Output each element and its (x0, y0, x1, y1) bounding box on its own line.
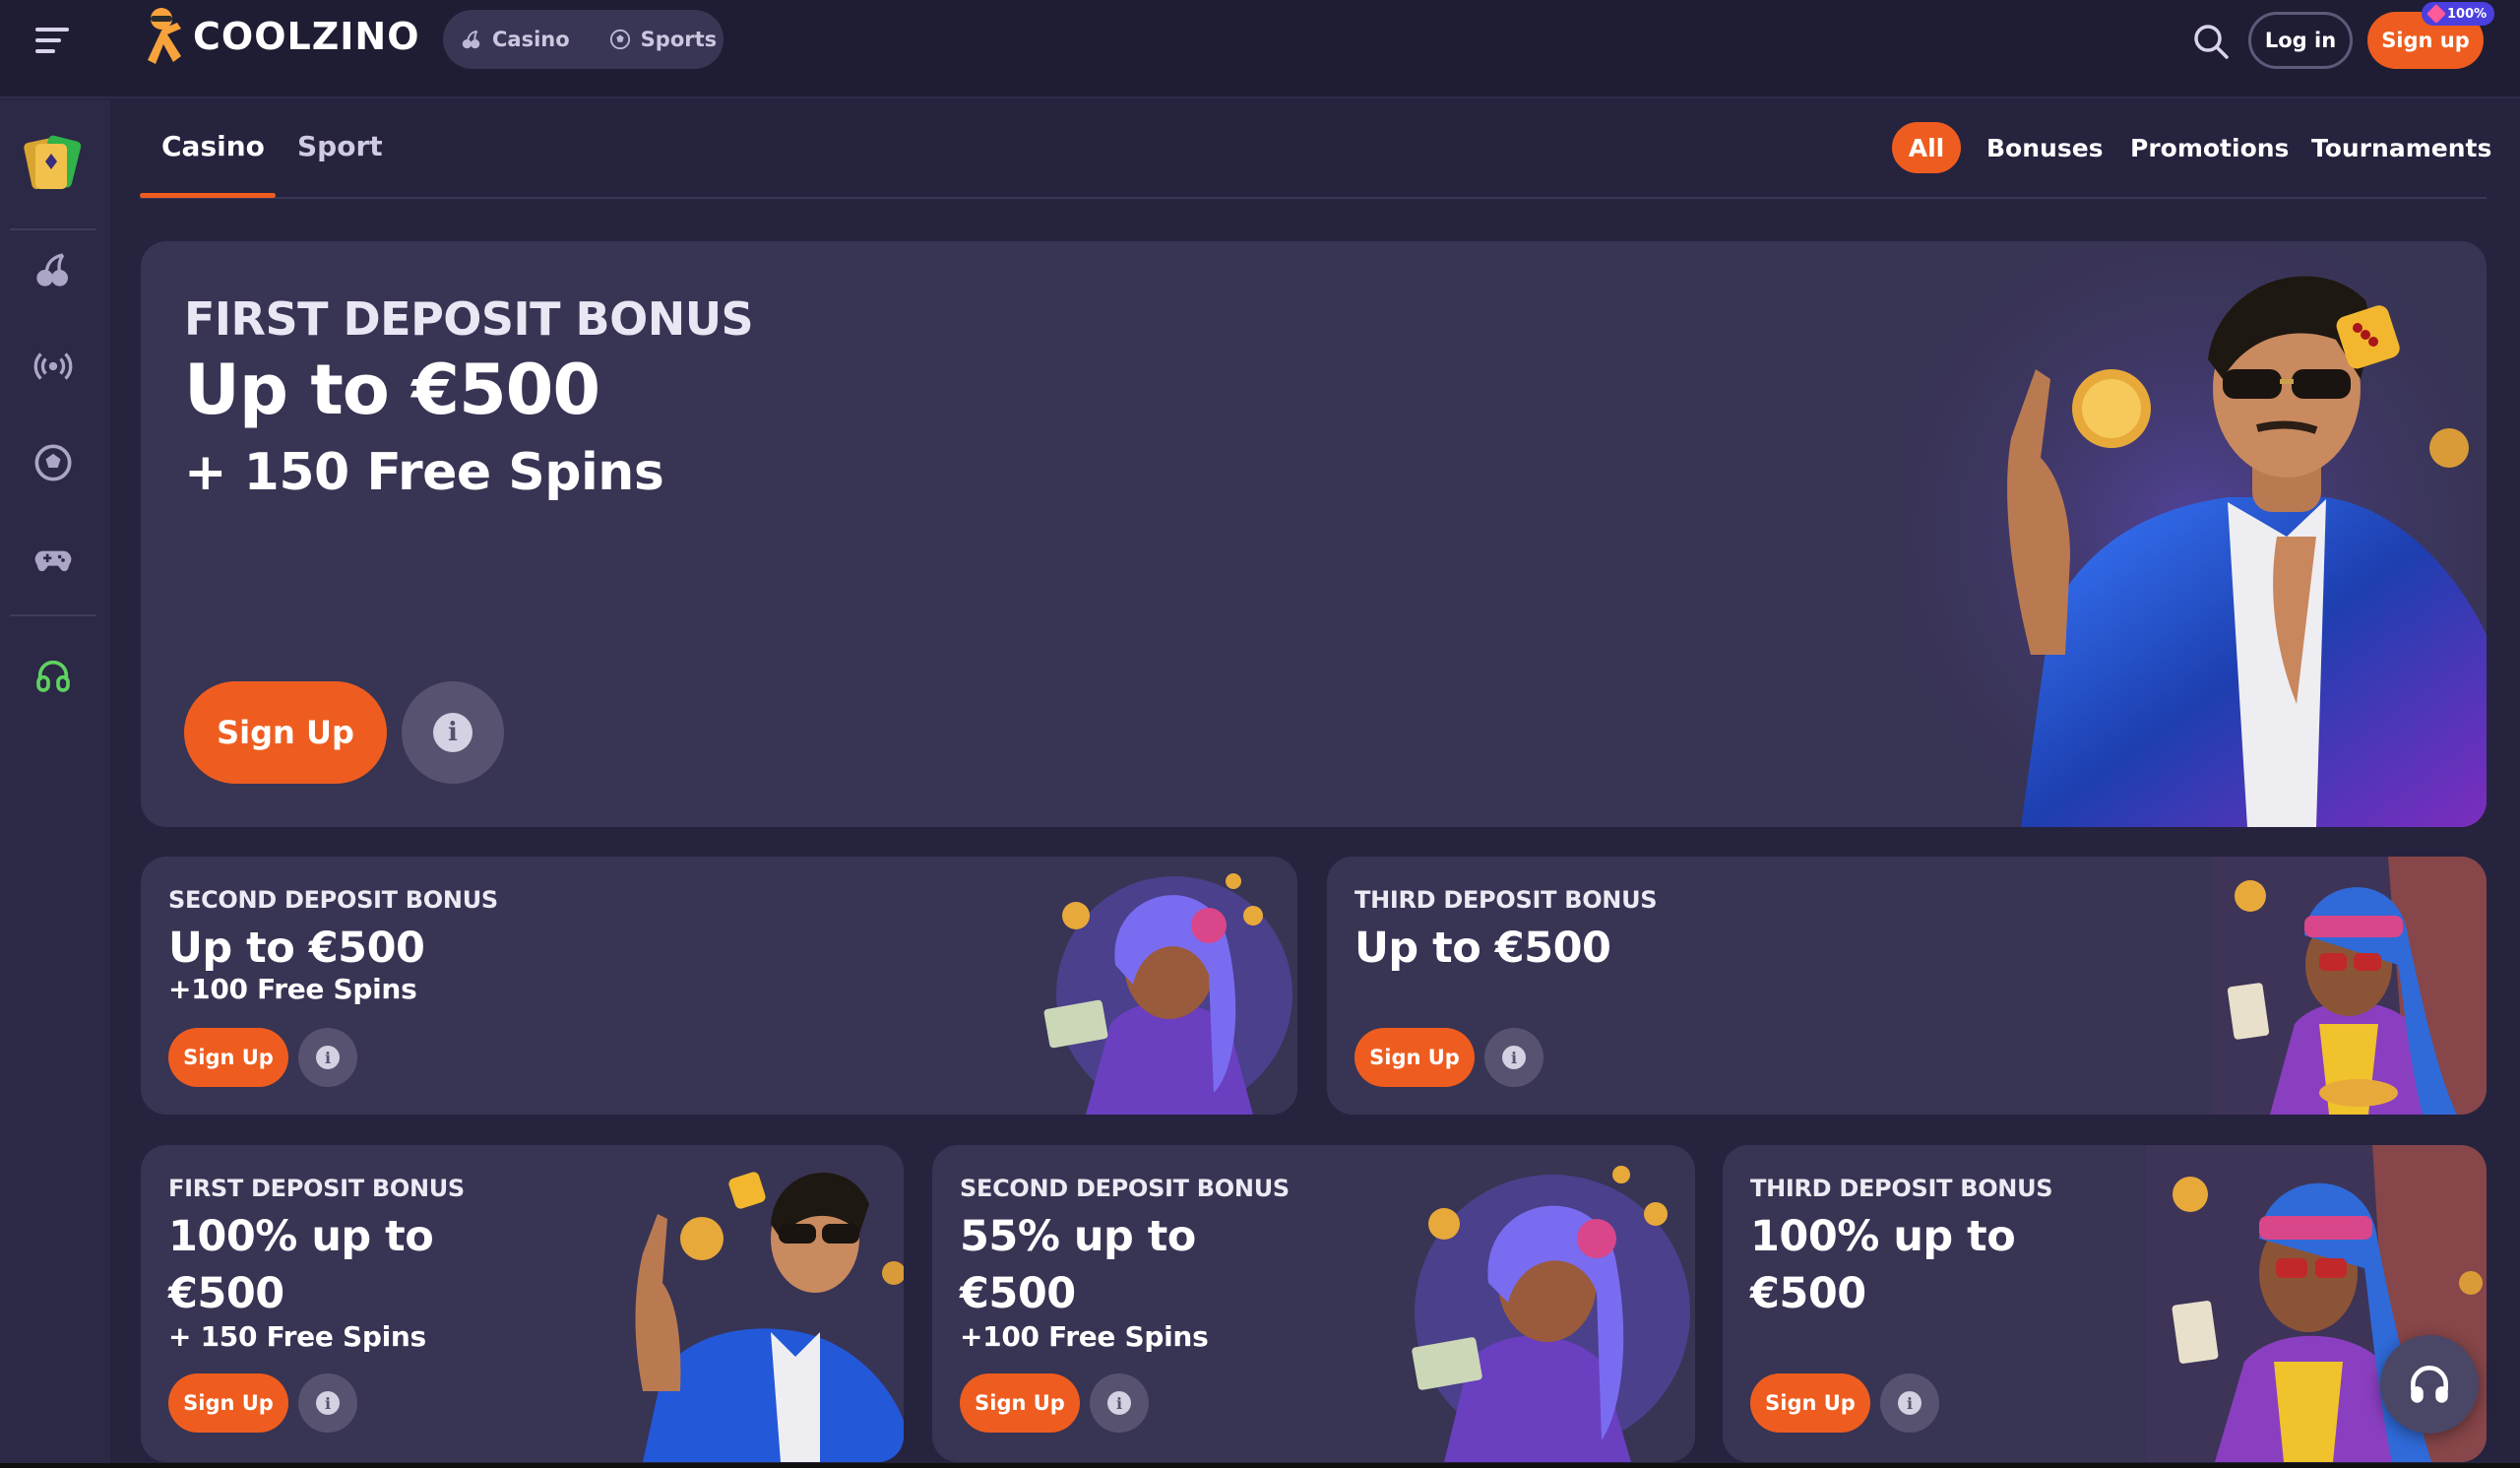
bonus-card-kicker: SECOND DEPOSIT BONUS (960, 1175, 1290, 1202)
info-icon: i (316, 1391, 340, 1415)
bonus-card-subtitle: +100 Free Spins (168, 973, 417, 1005)
logo-mascot-icon (148, 8, 181, 64)
bonus-character-illustration (1412, 1166, 1690, 1462)
bonus-card-info-button[interactable]: i (1090, 1373, 1149, 1433)
bonus-card-signup-button[interactable]: Sign Up (960, 1373, 1080, 1433)
gem-icon (2426, 4, 2446, 24)
info-icon: i (1898, 1391, 1922, 1415)
search-icon[interactable] (2191, 22, 2231, 61)
sidebar-divider (10, 614, 96, 616)
bonus-card-subtitle: + 150 Free Spins (168, 1320, 426, 1353)
bonus-card-title-line1: 100% up to (168, 1212, 434, 1261)
bonus-card-title-line2: €500 (1750, 1269, 1866, 1318)
filter-all[interactable]: All (1892, 122, 1961, 173)
bonus-card-kicker: SECOND DEPOSIT BONUS (168, 886, 498, 914)
bonus-card-signup-button[interactable]: Sign Up (168, 1028, 288, 1087)
bonus-card: SECOND DEPOSIT BONUS Up to €500 +100 Fre… (141, 857, 1297, 1115)
bonus-card-title: Up to €500 (168, 924, 425, 973)
mode-sports-label: Sports (640, 28, 718, 51)
bonus-card-subtitle: +100 Free Spins (960, 1320, 1209, 1353)
login-button[interactable]: Log in (2248, 12, 2353, 69)
bonus-character-illustration (635, 1172, 904, 1462)
bonus-card: SECOND DEPOSIT BONUS 55% up to €500 +100 … (932, 1145, 1695, 1462)
info-icon: i (433, 713, 472, 752)
cards-promo-icon[interactable] (18, 128, 91, 201)
hero-subtitle: + 150 Free Spins (184, 443, 664, 502)
bonus-character-illustration (2211, 857, 2487, 1115)
bonus-card-signup-button[interactable]: Sign Up (1750, 1373, 1870, 1433)
bonus-card-signup-button[interactable]: Sign Up (168, 1373, 288, 1433)
bonus-card-kicker: THIRD DEPOSIT BONUS (1750, 1175, 2053, 1202)
mode-sports[interactable]: Sports (609, 28, 717, 51)
sidebar-item-casino[interactable] (33, 250, 73, 289)
hero-bonus-card: FIRST DEPOSIT BONUS Up to €500 + 150 Fre… (141, 241, 2487, 827)
bonus-card-title-line1: 100% up to (1750, 1212, 2016, 1261)
headset-icon (2411, 1366, 2448, 1403)
logo[interactable]: COOLZINO (138, 4, 420, 69)
bonus-card-kicker: THIRD DEPOSIT BONUS (1354, 886, 1658, 914)
sidebar (0, 100, 110, 1468)
category-tabs: Casino Sport All Bonuses Promotions Tour… (140, 100, 2491, 199)
bonus-card-info-button[interactable]: i (298, 1373, 357, 1433)
mode-switcher: Casino Sports (443, 10, 724, 69)
bonus-card-title: 100% up to €500 (1750, 1208, 2016, 1322)
sidebar-item-sports-football-icon[interactable] (33, 443, 73, 482)
cherries-icon (462, 30, 480, 49)
bonus-card-info-button[interactable]: i (1484, 1028, 1544, 1087)
bonus-card-signup-button[interactable]: Sign Up (1354, 1028, 1475, 1087)
info-icon: i (1107, 1391, 1131, 1415)
hero-kicker: FIRST DEPOSIT BONUS (184, 292, 754, 346)
active-tab-indicator (140, 193, 276, 198)
hero-title: Up to €500 (184, 350, 600, 430)
signup-bonus-badge-text: 100% (2447, 6, 2488, 22)
info-icon: i (1502, 1046, 1526, 1069)
hero-character-illustration (1903, 241, 2487, 827)
filter-bonuses[interactable]: Bonuses (1986, 122, 2104, 173)
bonus-card: THIRD DEPOSIT BONUS 100% up to €500 Sign … (1723, 1145, 2487, 1462)
sidebar-divider (10, 228, 96, 230)
window-bottom-edge (0, 1463, 2520, 1468)
sidebar-item-live-broadcast-icon[interactable] (33, 347, 73, 386)
tab-casino[interactable]: Casino (161, 130, 265, 162)
bonus-card-title: 55% up to €500 (960, 1208, 1196, 1322)
sidebar-item-games-gamepad-icon[interactable] (33, 540, 73, 579)
support-chat-button[interactable] (2380, 1335, 2479, 1434)
logo-text: COOLZINO (193, 15, 420, 58)
bonus-card-info-button[interactable]: i (298, 1028, 357, 1087)
hero-signup-button[interactable]: Sign Up (184, 681, 387, 784)
bonus-character-illustration (1043, 873, 1292, 1115)
hero-info-button[interactable]: i (402, 681, 504, 784)
football-icon (609, 29, 630, 50)
bonus-card-kicker: FIRST DEPOSIT BONUS (168, 1175, 465, 1202)
bonus-card-title-line2: €500 (168, 1269, 284, 1318)
info-icon: i (316, 1046, 340, 1069)
mode-casino[interactable]: Casino (461, 28, 570, 51)
bonus-card-title: 100% up to €500 (168, 1208, 434, 1322)
menu-icon[interactable] (35, 28, 69, 53)
signup-bonus-badge: 100% (2422, 2, 2495, 26)
bonus-card-title-line2: €500 (960, 1269, 1076, 1318)
mode-casino-label: Casino (492, 28, 570, 51)
bonus-card: THIRD DEPOSIT BONUS Up to €500 Sign Up i (1327, 857, 2487, 1115)
filter-tournaments[interactable]: Tournaments (2311, 122, 2491, 173)
bonus-card-title: Up to €500 (1354, 924, 1611, 973)
bonus-card-info-button[interactable]: i (1880, 1373, 1939, 1433)
tab-sport[interactable]: Sport (297, 130, 383, 162)
bonus-card-title-line1: 55% up to (960, 1212, 1196, 1261)
sidebar-item-support-headset-icon[interactable] (33, 656, 73, 695)
top-bar: COOLZINO Casino Sports Log in Sign up 10… (0, 0, 2520, 98)
filter-promotions[interactable]: Promotions (2130, 122, 2289, 173)
bonus-card: FIRST DEPOSIT BONUS 100% up to €500 + 150… (141, 1145, 904, 1462)
